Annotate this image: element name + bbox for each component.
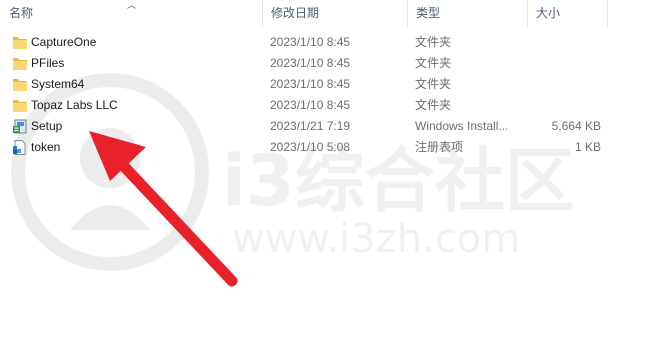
red-arrow-pointer-icon (89, 131, 238, 287)
